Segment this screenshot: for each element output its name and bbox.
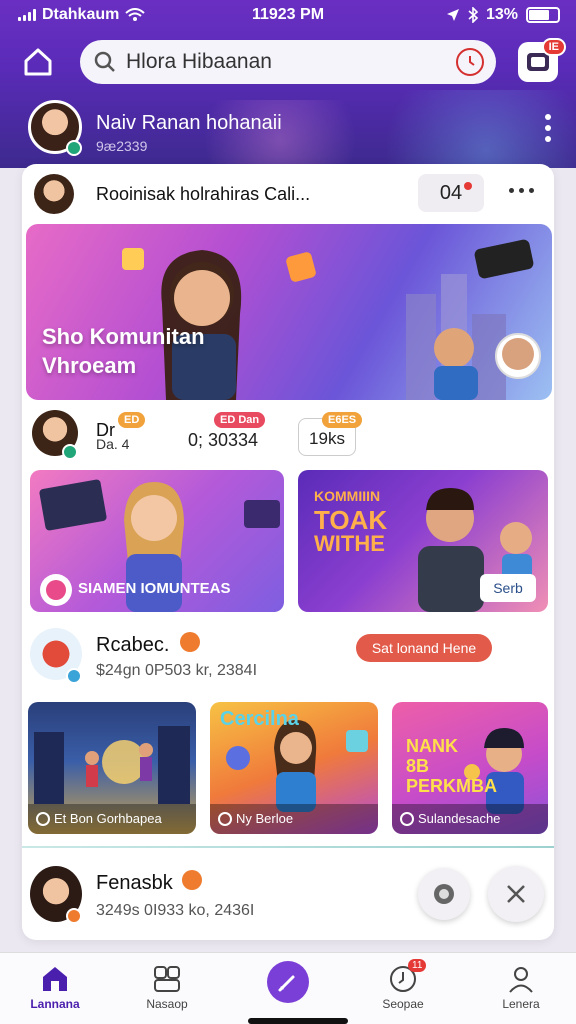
meta-pill-2: ED Dan — [214, 412, 266, 428]
tile-left-label: SIAMEN IOMUNTEAS — [78, 580, 231, 597]
tile-right-title: KOMMIIIN TOAK WITHE — [314, 484, 387, 556]
close-fab[interactable] — [488, 866, 544, 922]
tile-right-button[interactable]: Serb — [480, 574, 536, 602]
status-right: 13% — [446, 6, 560, 24]
small-tile-2-caption-text: Ny Berloe — [236, 811, 294, 826]
small-tile-3-icon — [400, 812, 414, 826]
groups-tab-icon — [154, 966, 180, 992]
notifications-badge: IE — [541, 38, 566, 56]
small-tile-3-title: NANK 8B PERKMBA — [406, 736, 498, 796]
top-nav: Hlora Hibaanan IE — [0, 38, 576, 86]
tab-home-label: Lannana — [30, 997, 80, 1011]
post-avatar[interactable] — [34, 174, 74, 214]
tab-groups[interactable]: Nasaop — [112, 953, 222, 1024]
profile-sub: 9æ2339 — [96, 138, 148, 154]
tab-notifications-label: Seopae — [382, 997, 424, 1011]
tab-profile-label: Lenera — [502, 997, 540, 1011]
status-bar: Dtahkaum 11923 PM 13% — [0, 0, 576, 32]
voice-search-icon[interactable] — [456, 48, 484, 76]
small-tile-3[interactable]: NANK 8B PERKMBA Sulandesache — [392, 702, 548, 834]
follow-button[interactable]: Sat lonand Hene — [356, 634, 492, 662]
user1-badge-icon — [180, 632, 200, 652]
tab-notifications-badge: 11 — [408, 959, 427, 972]
user-row-1: Rcabec. $24gn 0P503 kr, 2384I Sat lonand… — [22, 624, 554, 684]
meta-stat-value: 19ks — [309, 429, 345, 448]
media-fab[interactable] — [418, 868, 470, 920]
search-input[interactable]: Hlora Hibaanan — [126, 50, 272, 74]
user1-sub: $24gn 0P503 kr, 2384I — [96, 662, 258, 679]
tile-right-title-line3: WITHE — [314, 531, 385, 556]
meta-pill-3: E6ES — [322, 412, 363, 428]
search-icon — [94, 51, 115, 72]
user1-name: Rcabec. — [96, 634, 170, 656]
small-tile-1-caption: Et Bon Gorhbapea — [28, 804, 196, 834]
meta-verified-icon — [62, 444, 78, 460]
small-tile-2-icon — [218, 812, 232, 826]
tab-profile[interactable]: Lenera — [466, 953, 576, 1024]
profile-tab-icon — [509, 967, 533, 993]
post-count[interactable]: 04 — [418, 174, 484, 212]
post-meta-row: Dr Da. 4 ED ED Dan 0; 30334 19ks E6ES — [22, 404, 554, 464]
user1-verified-icon — [66, 668, 82, 684]
tile-right[interactable]: KOMMIIIN TOAK WITHE Serb — [298, 470, 548, 612]
profile-name: Naiv Ranan hohanaii — [96, 112, 282, 134]
bluetooth-icon — [468, 7, 478, 23]
hero-title-line1: Sho Komunitan — [42, 324, 205, 349]
tile-left[interactable]: SIAMEN IOMUNTEAS — [30, 470, 284, 612]
small-tile-1[interactable]: Et Bon Gorhbapea — [28, 702, 196, 834]
bottom-tab-bar: Lannana Nasaop 11 Seopae Lenera — [0, 952, 576, 1024]
pencil-icon — [278, 975, 295, 992]
divider — [22, 846, 554, 848]
meta-value: 0; 30334 — [188, 430, 259, 450]
small-tile-2-title: Cercilna — [220, 708, 299, 730]
tile-right-title-line2: TOAK — [314, 505, 388, 535]
hero-banner[interactable]: Sho Komunitan Vhroeam — [26, 224, 552, 400]
home-icon — [24, 48, 52, 76]
post-more-icon[interactable] — [509, 188, 534, 193]
hero-title: Sho Komunitan Vhroeam — [42, 322, 205, 380]
more-options-icon[interactable] — [544, 114, 552, 142]
user2-badge-icon — [182, 870, 202, 890]
location-icon — [446, 9, 459, 21]
hero-title-line2: Vhroeam — [42, 353, 137, 378]
search-bar[interactable]: Hlora Hibaanan — [80, 40, 496, 84]
post-header: Rooinisak holrahiras Cali... 04 — [22, 164, 554, 224]
home-indicator[interactable] — [248, 1018, 348, 1024]
user-row-2: Fenasbk 3249s 0I933 ko, 2436I — [22, 864, 554, 924]
notifications-button[interactable]: IE — [518, 38, 566, 82]
battery-percent: 13% — [485, 6, 518, 23]
compose-button[interactable] — [267, 961, 309, 1003]
small-tile-2-caption: Ny Berloe — [210, 804, 378, 834]
count-dot — [464, 182, 472, 190]
meta-pill-1: ED — [118, 412, 146, 428]
small-tile-3-caption: Sulandesache — [392, 804, 548, 834]
small-tile-2[interactable]: Cercilna Ny Berloe — [210, 702, 378, 834]
small-tile-1-caption-text: Et Bon Gorhbapea — [54, 811, 162, 826]
tab-groups-label: Nasaop — [146, 997, 188, 1011]
user2-sub: 3249s 0I933 ko, 2436I — [96, 902, 255, 919]
post-count-label: 04 — [439, 182, 463, 204]
home-button[interactable] — [20, 44, 56, 80]
verified-icon — [66, 140, 82, 156]
feed-card: Rooinisak holrahiras Cali... 04 Sho Komu… — [22, 164, 554, 940]
tab-notifications[interactable]: 11 Seopae — [348, 953, 458, 1024]
camera-icon — [434, 884, 454, 904]
battery-icon — [526, 7, 560, 23]
meta-sub: Da. 4 — [96, 436, 130, 452]
user2-name: Fenasbk — [96, 872, 173, 894]
close-icon — [507, 885, 525, 903]
small-tile-1-icon — [36, 812, 50, 826]
user2-verified-icon — [66, 908, 82, 924]
post-title: Rooinisak holrahiras Cali... — [96, 184, 311, 204]
small-tile-3-caption-text: Sulandesache — [418, 811, 501, 826]
profile-row: Naiv Ranan hohanaii 9æ2339 — [0, 100, 576, 160]
tab-home[interactable]: Lannana — [0, 953, 110, 1024]
home-tab-icon — [43, 967, 67, 991]
